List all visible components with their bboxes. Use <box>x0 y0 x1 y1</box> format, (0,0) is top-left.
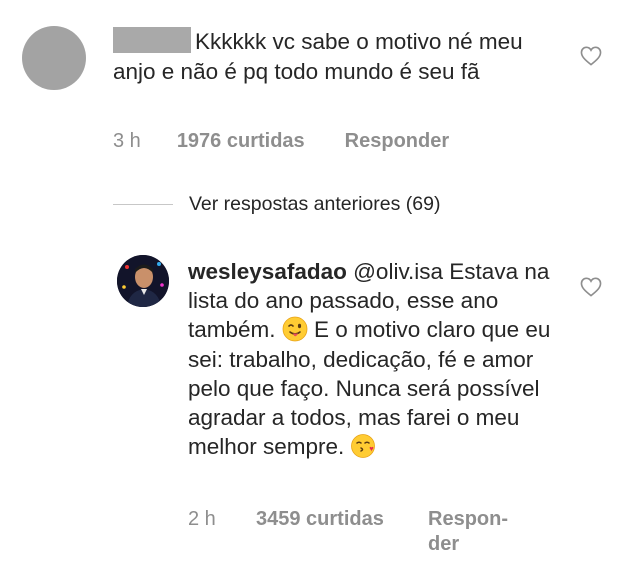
divider <box>113 203 173 205</box>
heart-icon[interactable] <box>580 46 602 66</box>
reply-body: wesleysafadao @oliv.isa Estava na lista … <box>188 257 558 461</box>
face-blowing-a-kiss-icon <box>350 433 377 459</box>
comment-time: 3 h <box>113 130 141 152</box>
avatar[interactable] <box>117 255 169 307</box>
reply-username[interactable]: wesleysafadao <box>188 259 347 284</box>
redacted-username[interactable] <box>113 27 191 53</box>
likes-count[interactable]: 1976 curtidas <box>177 130 305 152</box>
comments-thread: Kkkkkk vc sabe o motivo né meu anjo e nã… <box>0 0 640 572</box>
reply-button[interactable]: Responder <box>345 130 449 152</box>
winking-face-with-tongue-icon <box>282 316 308 342</box>
comment-meta: 3 h 1976 curtidas Responder <box>113 128 449 154</box>
heart-icon[interactable] <box>580 277 602 297</box>
view-previous-replies[interactable]: Ver respostas anteriores (69) <box>113 190 440 218</box>
comment-body: Kkkkkk vc sabe o motivo né meu anjo e nã… <box>113 27 553 86</box>
likes-count[interactable]: 3459 curtidas <box>256 507 384 532</box>
avatar[interactable] <box>22 26 86 90</box>
reply-button[interactable]: Respon-der <box>428 507 508 557</box>
reply-time: 2 h <box>188 508 216 530</box>
view-previous-replies-label[interactable]: Ver respostas anteriores (69) <box>189 193 440 216</box>
